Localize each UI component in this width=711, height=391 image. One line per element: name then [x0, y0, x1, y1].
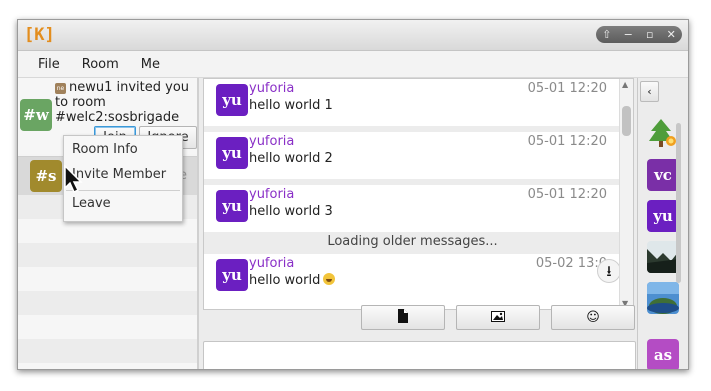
invite-room-avatar: #w	[20, 99, 52, 131]
menu-item-room-info[interactable]: Room Info	[72, 142, 138, 157]
message-item: yu yuforia 05-01 12:20 hello world 1	[204, 79, 621, 126]
empty-row	[18, 315, 197, 339]
member-avatar[interactable]: vc	[647, 159, 679, 191]
smile-emoji-icon	[323, 273, 336, 285]
message-username[interactable]: yuforia	[249, 134, 294, 149]
collapse-members-button[interactable]: ‹	[640, 81, 659, 102]
empty-row	[18, 291, 197, 315]
message-username[interactable]: yuforia	[249, 187, 294, 202]
menu-me[interactable]: Me	[141, 57, 160, 72]
emoji-icon: ☺	[586, 310, 600, 325]
message-item: yu yuforia 05-02 13:0 hello world	[204, 254, 621, 309]
empty-row	[18, 219, 197, 243]
message-timestamp: 05-01 12:20	[527, 134, 607, 149]
message-body: hello world	[249, 273, 336, 288]
window-controls: ⇧ − ▫ ✕	[596, 26, 682, 43]
maximize-icon[interactable]: ▫	[641, 26, 659, 43]
message-username[interactable]: yuforia	[249, 256, 294, 271]
send-image-button[interactable]	[456, 305, 540, 330]
message-list: yu yuforia 05-01 12:20 hello world 1 yu …	[203, 78, 634, 310]
message-timestamp: 05-01 12:20	[527, 81, 607, 96]
mouse-cursor-icon	[64, 165, 83, 194]
app-window: [K] ⇧ − ▫ ✕ File Room Me #w ne newu1 invi…	[17, 19, 689, 370]
message-avatar: yu	[216, 84, 248, 116]
inviter-avatar: ne	[55, 83, 66, 94]
room-panel: #w ne newu1 invited you to room #welc2:so…	[18, 78, 199, 369]
scroll-to-bottom-button[interactable]: ⭳	[597, 259, 621, 283]
member-scrollbar[interactable]	[676, 123, 681, 283]
invite-text: ne newu1 invited you to room #welc2:sosbr…	[55, 80, 197, 125]
message-avatar: yu	[216, 137, 248, 169]
member-avatar[interactable]: as	[647, 339, 679, 369]
message-item: yu yuforia 05-01 12:20 hello world 3	[204, 185, 621, 232]
tree-avatar-icon	[649, 119, 676, 147]
empty-row	[18, 339, 197, 363]
up-icon[interactable]: ⇧	[598, 26, 616, 43]
message-item: yu yuforia 05-01 12:20 hello world 2	[204, 132, 621, 179]
scrollbar-thumb[interactable]	[622, 106, 631, 136]
close-icon[interactable]: ✕	[662, 26, 680, 43]
landscape-avatar-icon	[647, 241, 679, 273]
message-username[interactable]: yuforia	[249, 81, 294, 96]
send-file-button[interactable]	[361, 305, 445, 330]
menu-bar: File Room Me	[18, 51, 688, 78]
member-avatar-tree[interactable]	[647, 117, 679, 149]
message-input[interactable]	[203, 341, 636, 369]
member-avatar-sky[interactable]	[647, 282, 679, 314]
emoji-button[interactable]: ☺	[551, 305, 635, 330]
empty-row	[18, 363, 197, 369]
message-body: hello world 3	[249, 204, 333, 219]
menu-file[interactable]: File	[38, 57, 60, 72]
message-avatar: yu	[216, 259, 248, 291]
menu-item-leave[interactable]: Leave	[72, 196, 111, 211]
image-icon	[491, 311, 505, 322]
message-timestamp: 05-01 12:20	[527, 187, 607, 202]
empty-row	[18, 267, 197, 291]
message-scrollbar[interactable]: ▲ ▼	[619, 79, 633, 309]
member-panel: ‹ vc yu as	[637, 78, 688, 369]
menu-room[interactable]: Room	[82, 57, 119, 72]
sky-avatar-icon	[647, 282, 679, 314]
message-body: hello world 1	[249, 98, 333, 113]
invite-message: newu1 invited you to room #welc2:sosbrig…	[55, 80, 190, 125]
room-avatar: #s	[30, 160, 62, 192]
scroll-up-arrow-icon[interactable]: ▲	[622, 80, 628, 89]
file-icon	[398, 309, 408, 323]
member-avatar-landscape[interactable]	[647, 241, 679, 273]
message-body: hello world 2	[249, 151, 333, 166]
title-bar: [K] ⇧ − ▫ ✕	[18, 20, 688, 51]
member-avatar[interactable]: yu	[647, 200, 679, 232]
app-logo-icon: [K]	[24, 25, 55, 45]
menu-item-invite-member[interactable]: Invite Member	[72, 167, 166, 182]
message-avatar: yu	[216, 190, 248, 222]
minimize-icon[interactable]: −	[619, 26, 637, 43]
empty-row	[18, 243, 197, 267]
loading-indicator: Loading older messages...	[327, 234, 498, 249]
panel-divider[interactable]	[197, 78, 199, 369]
